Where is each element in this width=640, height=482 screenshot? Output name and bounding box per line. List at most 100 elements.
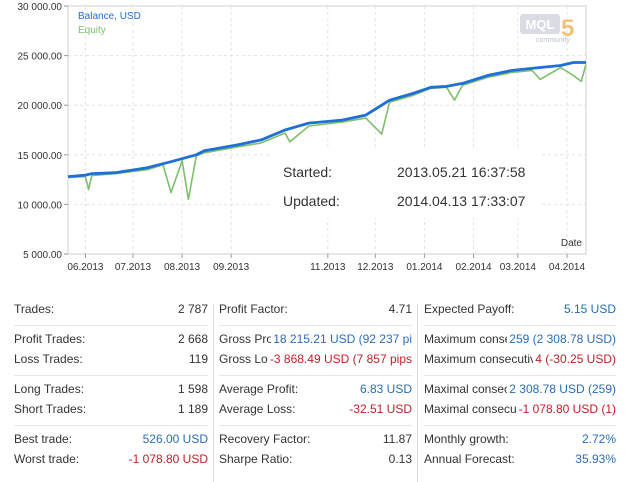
stat-row: Loss Trades: 119 xyxy=(14,352,208,372)
info-box: Started: 2013.05.21 16:37:58 Updated: 20… xyxy=(270,150,540,218)
stat-label: Loss Trades: xyxy=(14,352,83,366)
stat-label: Worst trade: xyxy=(14,452,80,466)
x-tick-label: 02.2014 xyxy=(455,262,492,273)
stat-value: 6.83 USD xyxy=(357,382,412,396)
stat-label: Monthly growth: xyxy=(424,432,509,446)
stat-value: -1 078.80 USD (1) xyxy=(516,402,616,416)
stat-label: Average Profit: xyxy=(219,382,299,396)
stat-label: Annual Forecast: xyxy=(424,452,515,466)
stat-row: Maximal consecu 2 308.78 USD (259) xyxy=(424,382,616,402)
stat-value: -3 868.49 USD (7 857 pips xyxy=(267,352,412,366)
stat-label: Short Trades: xyxy=(14,402,87,416)
stat-row: Annual Forecast: 35.93% xyxy=(424,452,616,472)
stat-value: 259 (2 308.78 USD) xyxy=(507,332,616,346)
row-divider xyxy=(14,425,208,426)
stat-row: Profit Trades: 2 668 xyxy=(14,332,208,352)
stat-value: 35.93% xyxy=(573,452,616,466)
stat-row: Sharpe Ratio: 0.13 xyxy=(219,452,412,472)
stat-label: Expected Payoff: xyxy=(424,302,515,316)
x-tick-label: 04.2014 xyxy=(549,262,586,273)
row-divider xyxy=(219,425,412,426)
x-tick-label: 11.2013 xyxy=(310,262,346,273)
column-divider xyxy=(417,304,418,482)
stat-value: 2.72% xyxy=(579,432,616,446)
updated-label: Updated: xyxy=(283,193,340,209)
stat-value: 5.15 USD xyxy=(561,302,616,316)
stat-row: Monthly growth: 2.72% xyxy=(424,432,616,452)
stat-row: Gross Loss -3 868.49 USD (7 857 pips xyxy=(219,352,412,372)
stat-label: Sharpe Ratio: xyxy=(219,452,293,466)
stat-value: 4.71 xyxy=(386,302,412,316)
stat-value: 2 668 xyxy=(175,332,208,346)
stat-row: Profit Factor: 4.71 xyxy=(219,302,412,322)
stat-value: 0.13 xyxy=(386,452,412,466)
stat-row: Average Profit: 6.83 USD xyxy=(219,382,412,402)
stat-row: Expected Payoff: 5.15 USD xyxy=(424,302,616,322)
stat-row: Trades: 2 787 xyxy=(14,302,208,322)
stat-label: Maximal consecu xyxy=(424,382,517,396)
row-divider xyxy=(219,325,412,326)
balance-equity-chart: 30 000.00 25 000.00 20 000.00 15 000.00 10 0… xyxy=(18,2,587,273)
stat-label: Profit Factor: xyxy=(219,302,288,316)
x-tick-label: 03.2014 xyxy=(500,262,537,273)
stat-row: Gross Profi 18 215.21 USD (92 237 pi xyxy=(219,332,412,352)
started-value: 2013.05.21 16:37:58 xyxy=(397,164,526,180)
stat-value: 18 215.21 USD (92 237 pi xyxy=(271,332,412,346)
stat-row: Maximum consecutive 4 (-30.25 USD) xyxy=(424,352,616,372)
stat-label: Maximum consecutive xyxy=(424,352,543,366)
stat-label: Average Loss: xyxy=(219,402,296,416)
x-tick-label: 08.2013 xyxy=(164,262,201,273)
x-tick-label: 06.2013 xyxy=(67,262,104,273)
watermark-sub: community xyxy=(536,37,570,44)
stat-label: Recovery Factor: xyxy=(219,432,311,446)
stat-label: Best trade: xyxy=(14,432,73,446)
stat-label: Profit Trades: xyxy=(14,332,86,346)
legend-equity: Equity xyxy=(78,25,106,36)
stat-value: 4 (-30.25 USD) xyxy=(533,352,616,366)
y-tick-label: 5 000.00 xyxy=(23,250,62,261)
column-divider xyxy=(213,304,214,482)
stat-row: Recovery Factor: 11.87 xyxy=(219,432,412,452)
x-tick-label: 07.2013 xyxy=(115,262,152,273)
x-tick-label: 01.2014 xyxy=(406,262,443,273)
stat-label: Trades: xyxy=(14,302,55,316)
started-label: Started: xyxy=(283,164,333,180)
watermark-brand: MQL xyxy=(526,17,555,32)
stat-value: -1 078.80 USD xyxy=(126,452,208,466)
stat-value: 2 308.78 USD (259) xyxy=(507,382,616,396)
stat-row: Maximal consecuti -1 078.80 USD (1) xyxy=(424,402,616,422)
stat-row: Worst trade: -1 078.80 USD xyxy=(14,452,208,472)
stat-row: Average Loss: -32.51 USD xyxy=(219,402,412,422)
stat-value: 526.00 USD xyxy=(140,432,208,446)
stat-value: 2 787 xyxy=(175,302,208,316)
y-tick-label: 25 000.00 xyxy=(18,52,63,63)
y-tick-label: 20 000.00 xyxy=(18,101,63,112)
row-divider xyxy=(14,325,208,326)
row-divider xyxy=(424,425,616,426)
stat-label: Maximum consec xyxy=(424,332,518,346)
stat-row: Long Trades: 1 598 xyxy=(14,382,208,402)
stat-row: Best trade: 526.00 USD xyxy=(14,432,208,452)
y-tick-label: 15 000.00 xyxy=(18,151,63,162)
legend-balance: Balance, USD xyxy=(78,11,141,22)
row-divider xyxy=(14,375,208,376)
stat-value: 1 598 xyxy=(175,382,208,396)
stat-label: Maximal consecuti xyxy=(424,402,523,416)
stat-row: Short Trades: 1 189 xyxy=(14,402,208,422)
stat-value: -32.51 USD xyxy=(347,402,412,416)
row-divider xyxy=(424,375,616,376)
y-tick-label: 10 000.00 xyxy=(18,200,63,211)
stat-label: Gross Profi xyxy=(219,332,280,346)
stat-row: Maximum consec 259 (2 308.78 USD) xyxy=(424,332,616,352)
stat-label: Long Trades: xyxy=(14,382,85,396)
x-tick-label: 09.2013 xyxy=(213,262,250,273)
x-axis-label: Date xyxy=(561,238,583,249)
updated-value: 2014.04.13 17:33:07 xyxy=(397,193,526,209)
stat-value: 11.87 xyxy=(380,432,412,446)
row-divider xyxy=(424,325,616,326)
row-divider xyxy=(219,375,412,376)
y-tick-label: 30 000.00 xyxy=(18,2,63,13)
x-tick-label: 12.2013 xyxy=(357,262,394,273)
stat-value: 119 xyxy=(186,352,208,366)
stat-value: 1 189 xyxy=(175,402,208,416)
